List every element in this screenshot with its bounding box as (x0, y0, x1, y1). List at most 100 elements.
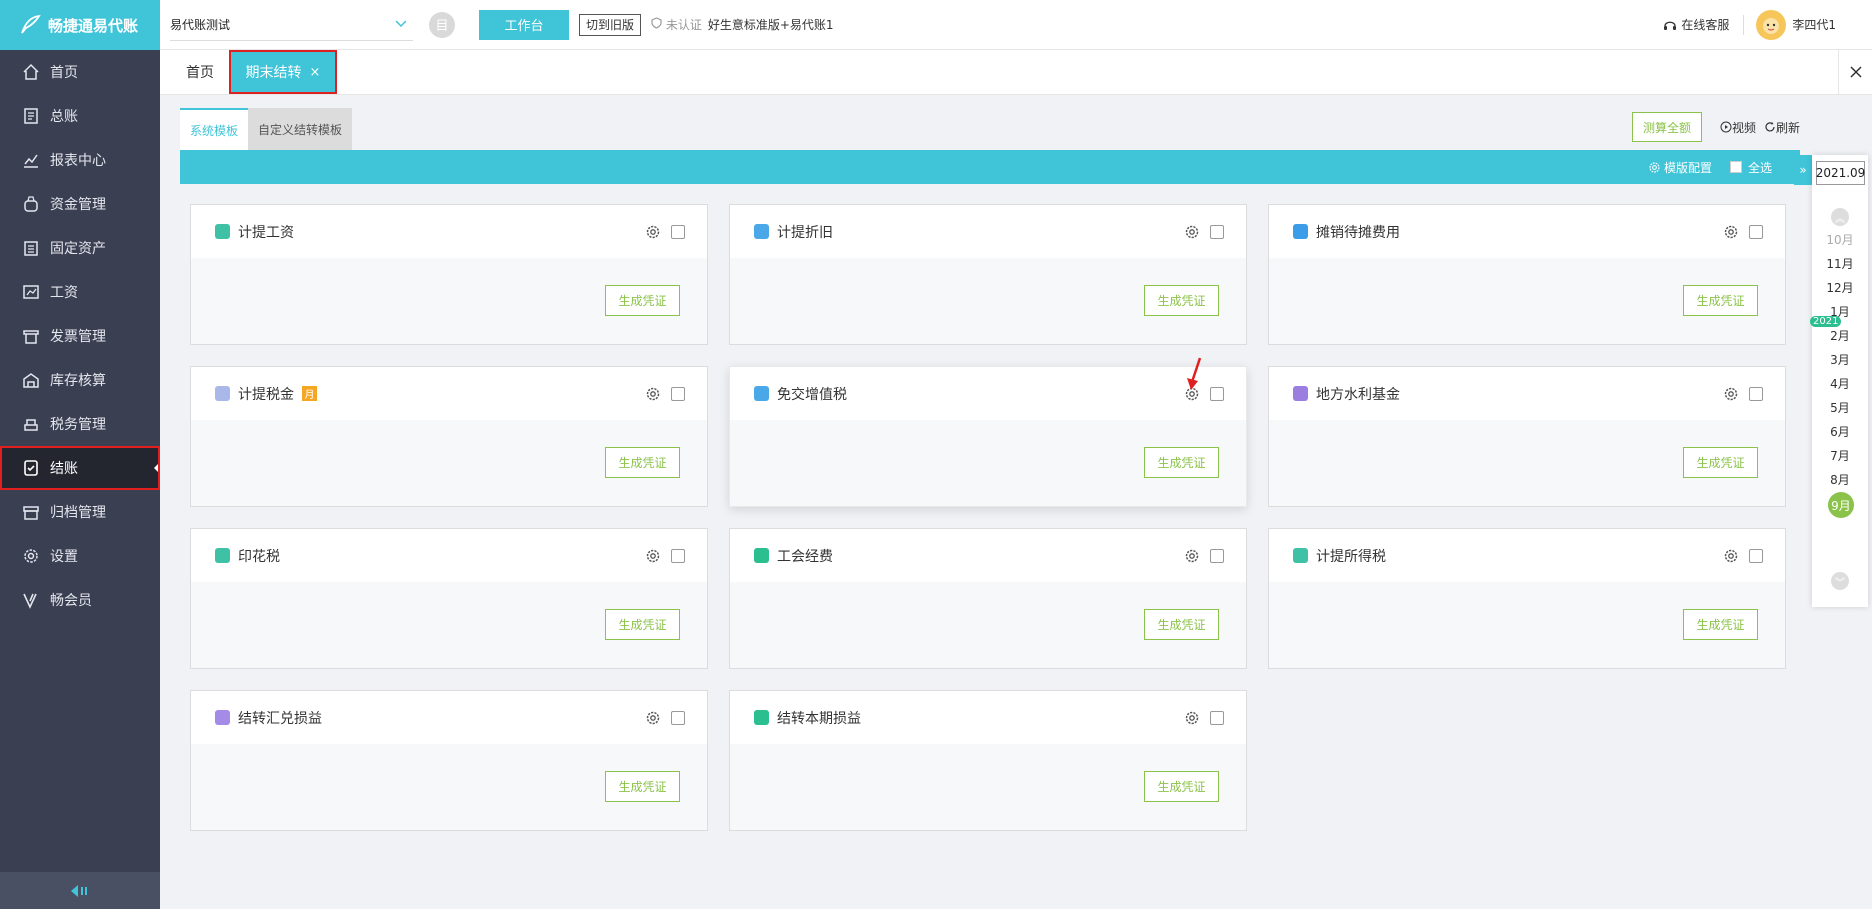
tab-period-end-transfer[interactable]: 期末结转 × (229, 50, 337, 94)
gear-icon (1649, 161, 1660, 173)
gear-icon[interactable] (1723, 386, 1739, 402)
sidebar-item-label: 资金管理 (50, 197, 106, 213)
tab-system-template[interactable]: 系统模板 (180, 108, 249, 150)
tab-custom-template[interactable]: 自定义结转模板 (248, 108, 353, 150)
gear-icon[interactable] (645, 548, 661, 564)
scroll-down-icon[interactable]: ︾ (1831, 572, 1849, 590)
card-checkbox[interactable] (671, 386, 685, 401)
scroll-up-icon[interactable]: ︽ (1831, 208, 1849, 226)
card-checkbox[interactable] (671, 224, 685, 239)
month-item[interactable]: 5月 (1812, 399, 1868, 416)
card-checkbox[interactable] (671, 548, 685, 563)
sidebar-item-tax[interactable]: 税务管理 (0, 402, 160, 446)
sidebar-item-ledger[interactable]: 总账 (0, 94, 160, 138)
generate-voucher-button[interactable]: 生成凭证 (1144, 447, 1219, 478)
card-checkbox[interactable] (1749, 386, 1763, 401)
month-item[interactable]: 11月 (1812, 255, 1868, 272)
template-config-button[interactable]: 模版配置 (1648, 159, 1712, 176)
app-logo[interactable]: 畅捷通易代账 (0, 0, 160, 50)
generate-voucher-button[interactable]: 生成凭证 (605, 609, 680, 640)
month-item[interactable]: 8月 (1812, 471, 1868, 488)
video-button[interactable]: 视频 (1720, 119, 1756, 136)
tab-home[interactable]: 首页 (178, 62, 222, 82)
generate-voucher-button[interactable]: 生成凭证 (1683, 285, 1758, 316)
card-header: 地方水利基金 (1269, 367, 1785, 420)
avatar[interactable] (1756, 9, 1787, 40)
card-category-icon (1293, 548, 1308, 563)
gear-icon[interactable] (1184, 548, 1200, 564)
gear-icon[interactable] (645, 386, 661, 402)
card-checkbox[interactable] (1749, 548, 1763, 563)
month-item[interactable]: 12月 (1812, 279, 1868, 296)
month-item[interactable]: 3月 (1812, 351, 1868, 368)
card-checkbox[interactable] (1210, 548, 1224, 563)
card-tools (1723, 548, 1763, 564)
card-checkbox[interactable] (1210, 386, 1224, 401)
generate-voucher-button[interactable]: 生成凭证 (1144, 771, 1219, 802)
month-item[interactable]: 4月 (1812, 375, 1868, 392)
sidebar-item-closing[interactable]: 结账 (0, 446, 160, 490)
close-all-tabs-button[interactable] (1838, 50, 1872, 94)
sidebar-item-label: 归档管理 (50, 505, 106, 521)
card-category-icon (754, 386, 769, 401)
month-item[interactable]: 9月 (1828, 492, 1854, 518)
measure-all-button[interactable]: 测算全额 (1631, 112, 1702, 142)
close-icon (1849, 66, 1862, 78)
select-all-checkbox[interactable]: 全选 (1729, 159, 1772, 176)
generate-voucher-button[interactable]: 生成凭证 (1144, 609, 1219, 640)
sidebar-item-fund[interactable]: 资金管理 (0, 182, 160, 226)
sidebar-item-settings[interactable]: 设置 (0, 534, 160, 578)
generate-voucher-button[interactable]: 生成凭证 (605, 447, 680, 478)
sidebar-item-label: 库存核算 (50, 373, 106, 389)
period-input[interactable]: 2021.09 (1816, 161, 1865, 185)
sidebar-item-inventory[interactable]: 库存核算 (0, 358, 160, 402)
asset-icon (24, 241, 38, 256)
sidebar-item-asset[interactable]: 固定资产 (0, 226, 160, 270)
generate-voucher-button[interactable]: 生成凭证 (1683, 609, 1758, 640)
sidebar-item-salary[interactable]: 工资 (0, 270, 160, 314)
month-item[interactable]: 7月 (1812, 447, 1868, 464)
card-title: 地方水利基金 (1316, 386, 1400, 403)
close-tab-icon[interactable]: × (310, 65, 321, 80)
tax-icon (24, 419, 38, 431)
sidebar-item-archive[interactable]: 归档管理 (0, 490, 160, 534)
card-title: 结转本期损益 (777, 710, 861, 727)
gear-icon[interactable] (645, 224, 661, 240)
card-checkbox[interactable] (1210, 710, 1224, 725)
month-item[interactable]: 6月 (1812, 423, 1868, 440)
gear-icon[interactable] (1184, 224, 1200, 240)
select-all-box[interactable] (1729, 161, 1742, 173)
month-item[interactable]: 10月 (1812, 231, 1868, 248)
card-checkbox[interactable] (1210, 224, 1224, 239)
certification-status[interactable]: 未认证 (651, 16, 702, 33)
workbench-button[interactable]: 工作台 (479, 9, 569, 40)
sidebar-item-home[interactable]: 首页 (0, 50, 160, 94)
collapse-sidebar-button[interactable] (0, 872, 160, 909)
card-tools (1184, 548, 1224, 564)
gear-icon[interactable] (1184, 710, 1200, 726)
sidebar-item-invoice[interactable]: 发票管理 (0, 314, 160, 358)
expand-arrows-icon[interactable]: » (1794, 155, 1812, 185)
switch-old-version-button[interactable]: 切到旧版 (579, 13, 642, 36)
gear-icon[interactable] (1723, 548, 1739, 564)
account-select[interactable]: 易代账测试 (170, 9, 413, 41)
generate-voucher-button[interactable]: 生成凭证 (605, 285, 680, 316)
online-service-button[interactable]: 在线客服 (1663, 16, 1729, 33)
sidebar-item-member[interactable]: 畅会员 (0, 578, 160, 622)
month-item[interactable]: 1月 (1812, 303, 1868, 320)
account-info-icon[interactable]: 目 (429, 11, 455, 38)
refresh-button[interactable]: 刷新 (1764, 119, 1800, 136)
generate-voucher-button[interactable]: 生成凭证 (605, 771, 680, 802)
month-item[interactable]: 2月 (1812, 327, 1868, 344)
template-card: 地方水利基金生成凭证 (1268, 366, 1786, 507)
card-category-icon (754, 548, 769, 563)
gear-icon[interactable] (1723, 224, 1739, 240)
generate-voucher-button[interactable]: 生成凭证 (1144, 285, 1219, 316)
template-card: 结转本期损益生成凭证 (729, 690, 1247, 831)
card-checkbox[interactable] (671, 710, 685, 725)
sidebar-item-report[interactable]: 报表中心 (0, 138, 160, 182)
generate-voucher-button[interactable]: 生成凭证 (1683, 447, 1758, 478)
user-name[interactable]: 李四代1 (1792, 16, 1836, 33)
gear-icon[interactable] (645, 710, 661, 726)
card-checkbox[interactable] (1749, 224, 1763, 239)
